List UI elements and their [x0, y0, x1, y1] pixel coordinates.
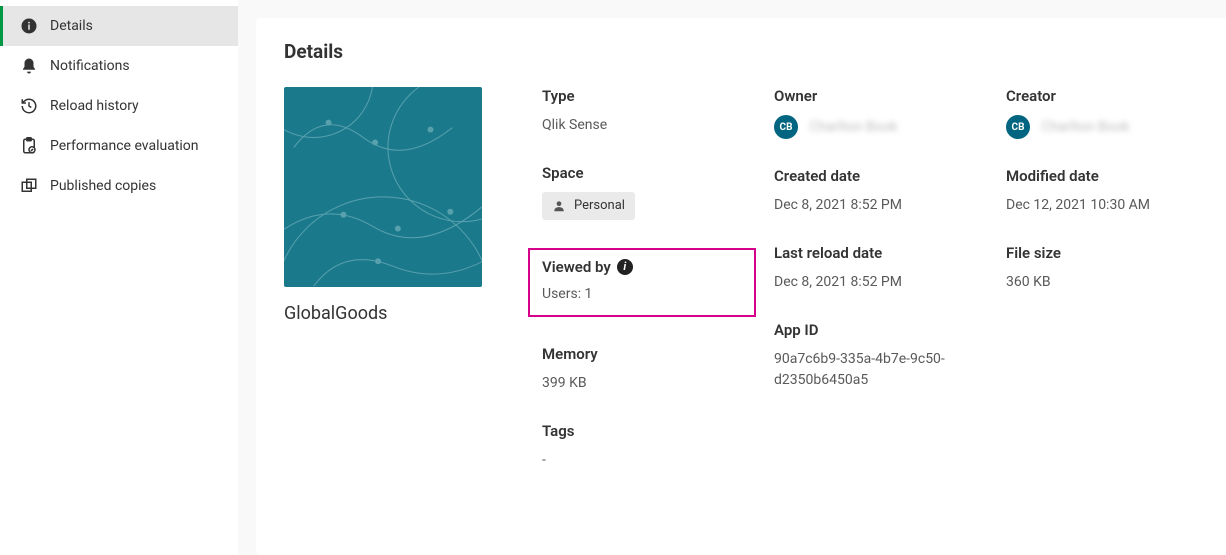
field-viewed-by: Viewed by i Users: 1 — [528, 248, 756, 317]
field-file-size: File size 360 KB — [1006, 244, 1206, 293]
value-viewed-by: Users: 1 — [542, 284, 742, 305]
value-app-id: 90a7c6b9-335a-4b7e-9c50-d2350b6450a5 — [774, 349, 974, 391]
label-file-size: File size — [1006, 244, 1206, 262]
bell-icon — [20, 57, 38, 75]
details-col-1: Type Qlik Sense Space Personal — [542, 87, 742, 471]
sidebar-item-reload-history[interactable]: Reload history — [0, 86, 238, 126]
field-tags: Tags - — [542, 422, 742, 471]
app-name: GlobalGoods — [284, 303, 482, 324]
copies-icon — [20, 177, 38, 195]
field-creator: Creator CB Charlton Book — [1006, 87, 1206, 139]
label-app-id: App ID — [774, 321, 974, 339]
sidebar: Details Notifications Reload history Per… — [0, 0, 238, 555]
sidebar-item-published-copies[interactable]: Published copies — [0, 166, 238, 206]
field-modified-date: Modified date Dec 12, 2021 10:30 AM — [1006, 167, 1206, 216]
sidebar-item-label: Details — [50, 18, 93, 34]
sidebar-item-label: Reload history — [50, 98, 139, 114]
avatar: CB — [774, 115, 798, 139]
value-type: Qlik Sense — [542, 115, 742, 136]
label-type: Type — [542, 87, 742, 105]
field-space: Space Personal — [542, 164, 742, 220]
value-creator: CB Charlton Book — [1006, 115, 1206, 139]
history-icon — [20, 97, 38, 115]
field-created-date: Created date Dec 8, 2021 8:52 PM — [774, 167, 974, 216]
label-memory: Memory — [542, 345, 742, 363]
details-col-3: Creator CB Charlton Book Modified date D… — [1006, 87, 1206, 471]
page-title: Details — [284, 40, 1206, 63]
creator-name: Charlton Book — [1041, 117, 1129, 138]
value-space: Personal — [542, 192, 742, 220]
details-panel: Details — [256, 18, 1226, 555]
sidebar-item-performance-evaluation[interactable]: Performance evaluation — [0, 126, 238, 166]
sidebar-item-label: Performance evaluation — [50, 138, 199, 154]
label-modified-date: Modified date — [1006, 167, 1206, 185]
details-grid: Type Qlik Sense Space Personal — [542, 87, 1206, 471]
value-file-size: 360 KB — [1006, 272, 1206, 293]
sidebar-item-label: Notifications — [50, 58, 130, 74]
avatar: CB — [1006, 115, 1030, 139]
field-last-reload-date: Last reload date Dec 8, 2021 8:52 PM — [774, 244, 974, 293]
label-tags: Tags — [542, 422, 742, 440]
main-content: Details — [238, 0, 1226, 555]
owner-name: Charlton Book — [809, 117, 897, 138]
label-creator: Creator — [1006, 87, 1206, 105]
sidebar-item-details[interactable]: Details — [0, 6, 238, 46]
clipboard-check-icon — [20, 137, 38, 155]
label-created-date: Created date — [774, 167, 974, 185]
field-memory: Memory 399 KB — [542, 345, 742, 394]
info-icon[interactable]: i — [617, 259, 633, 275]
value-owner: CB Charlton Book — [774, 115, 974, 139]
sidebar-item-label: Published copies — [50, 178, 156, 194]
field-owner: Owner CB Charlton Book — [774, 87, 974, 139]
app-thumbnail — [284, 87, 482, 287]
space-name: Personal — [574, 196, 625, 216]
value-last-reload-date: Dec 8, 2021 8:52 PM — [774, 272, 974, 293]
space-chip: Personal — [542, 192, 635, 220]
sidebar-item-notifications[interactable]: Notifications — [0, 46, 238, 86]
person-icon — [552, 199, 566, 213]
info-icon — [20, 17, 38, 35]
field-app-id: App ID 90a7c6b9-335a-4b7e-9c50-d2350b645… — [774, 321, 974, 391]
field-type: Type Qlik Sense — [542, 87, 742, 136]
label-owner: Owner — [774, 87, 974, 105]
label-viewed-by-text: Viewed by — [542, 258, 611, 276]
value-memory: 399 KB — [542, 373, 742, 394]
details-body: GlobalGoods Type Qlik Sense Space — [284, 87, 1206, 471]
value-created-date: Dec 8, 2021 8:52 PM — [774, 195, 974, 216]
details-col-2: Owner CB Charlton Book Created date Dec … — [774, 87, 974, 471]
value-modified-date: Dec 12, 2021 10:30 AM — [1006, 195, 1206, 216]
label-space: Space — [542, 164, 742, 182]
app-preview: GlobalGoods — [284, 87, 482, 471]
label-last-reload-date: Last reload date — [774, 244, 974, 262]
value-tags: - — [542, 450, 742, 471]
label-viewed-by: Viewed by i — [542, 258, 742, 276]
